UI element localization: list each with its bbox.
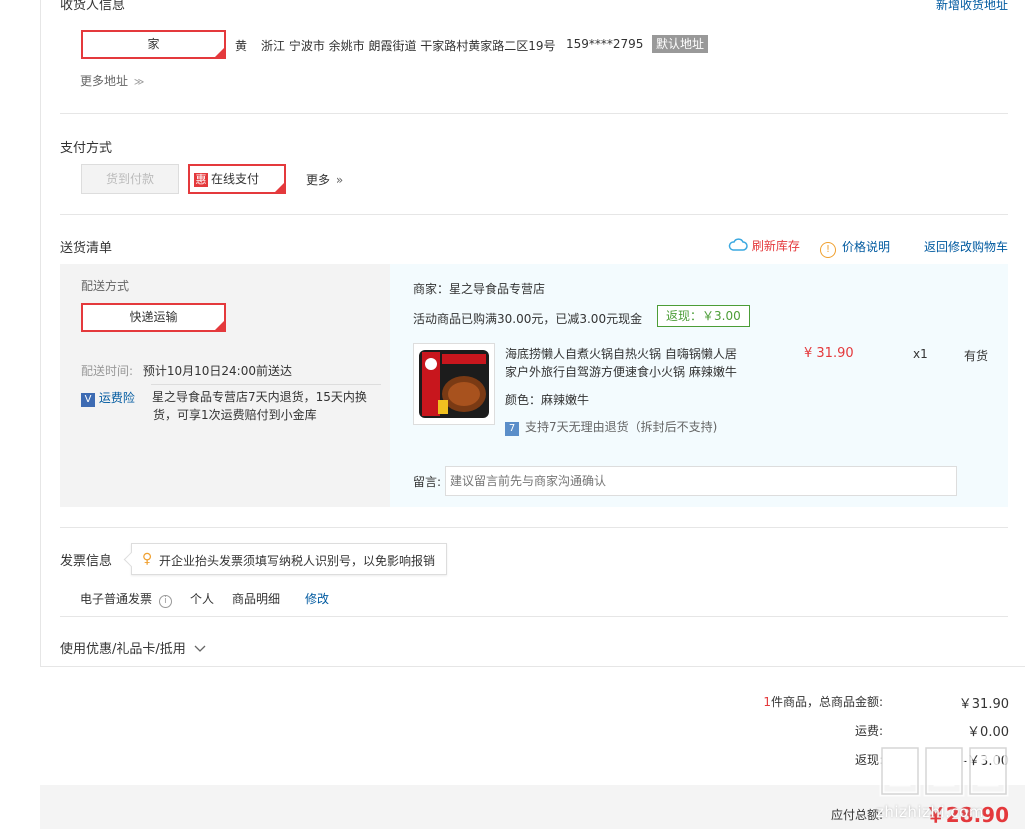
invoice-tip-text: 开企业抬头发票须填写纳税人识别号，以免影响报销 xyxy=(159,554,436,568)
divider xyxy=(60,214,1008,215)
delivery-method-label: 配送方式 xyxy=(81,279,130,293)
delivery-time-label: 配送时间: xyxy=(81,364,134,378)
delivery-time-value: 预计10月10日24:00前送达 xyxy=(142,364,292,378)
consignee-phone: 159****2795 xyxy=(566,37,644,51)
product-quantity: x1 xyxy=(913,347,928,361)
delivery-time: 配送时间: 预计10月10日24:00前送达 xyxy=(81,362,292,379)
product-image[interactable] xyxy=(413,343,495,425)
price-note-label: 价格说明 xyxy=(842,240,891,254)
selected-check-icon xyxy=(274,168,285,194)
warning-circle-icon: ! xyxy=(820,242,836,258)
coupons-label: 使用优惠/礼品卡/抵用 xyxy=(60,642,186,657)
message-label: 留言: xyxy=(413,475,442,489)
address-tag-selected[interactable]: 家 xyxy=(81,30,226,59)
online-payment-button[interactable]: 惠在线支付 xyxy=(188,164,286,194)
add-address-link[interactable]: 新增收货地址 xyxy=(936,0,1008,13)
chevron-down-icon xyxy=(194,642,206,657)
cod-payment-button[interactable]: 货到付款 xyxy=(81,164,179,194)
delivery-title: 送货清单 xyxy=(60,241,113,256)
price-note-link[interactable]: ! 价格说明 xyxy=(820,238,890,258)
product-title-line: 海底捞懒人自煮火锅自热火锅 自嗨锅懒人居 xyxy=(505,347,737,361)
watermark-logo xyxy=(876,742,1016,802)
shipping-label: 运费: xyxy=(854,724,883,738)
more-payment-link[interactable]: 更多 » xyxy=(306,171,343,188)
selected-check-icon xyxy=(214,307,225,332)
hotpot-product-icon xyxy=(419,350,489,418)
divider xyxy=(60,527,1008,528)
item-count-suffix: 件商品，总商品金额: xyxy=(770,695,883,709)
shipping-fee: ￥0.00 xyxy=(967,725,1009,740)
consignee-name: 黄 xyxy=(235,39,248,53)
invoice-title-type: 个人 xyxy=(190,592,215,606)
invoice-tip: ♀ 开企业抬头发票须填写纳税人识别号，以免影响报销 xyxy=(131,543,447,575)
selected-check-icon xyxy=(214,34,225,59)
return-policy: 7 支持7天无理由退货（拆封后不支持) xyxy=(505,418,717,436)
online-payment-label: 在线支付 xyxy=(211,172,260,186)
merchant-name: 商家：星之导食品专营店 xyxy=(413,282,546,296)
invoice-edit-link[interactable]: 修改 xyxy=(305,590,329,607)
express-delivery-option[interactable]: 快递运输 xyxy=(81,303,226,332)
freight-insurance-label: 运费险 xyxy=(98,391,135,405)
invoice-type: 电子普通发票 i xyxy=(80,590,172,608)
cloud-icon xyxy=(728,238,748,251)
insurance-description: 星之导食品专营店7天内退货，15天内换 货，可享1次运费赔付到小金库 xyxy=(152,388,367,424)
info-icon[interactable]: i xyxy=(158,595,172,608)
cashback-badge: 返现：￥3.00 xyxy=(657,305,750,327)
refresh-stock-label: 刷新库存 xyxy=(751,239,800,253)
express-delivery-label: 快递运输 xyxy=(129,310,178,324)
more-addresses-toggle[interactable]: 更多地址 ≫ xyxy=(80,72,144,89)
product-price: ¥ 31.90 xyxy=(804,346,854,361)
product-color: 颜色：麻辣嫩牛 xyxy=(505,393,590,407)
freight-insurance-link[interactable]: V 运费险 xyxy=(81,389,135,407)
refresh-stock-link[interactable]: 刷新库存 xyxy=(728,237,800,254)
divider xyxy=(151,384,381,385)
more-payment-label: 更多 xyxy=(306,173,331,187)
lightbulb-icon: ♀ xyxy=(142,551,153,567)
promo-text: 活动商品已购满30.00元，已减3.00元现金 xyxy=(413,312,643,326)
insurance-line: 星之导食品专营店7天内退货，15天内换 xyxy=(152,390,367,404)
payment-title: 支付方式 xyxy=(60,141,113,156)
divider xyxy=(60,616,1008,617)
address-tag-label: 家 xyxy=(147,37,160,51)
watermark-text: zhizhizhi.com xyxy=(876,803,984,821)
consignee-address: 浙江 宁波市 余姚市 朗霞街道 干家路村黄家路二区19号 xyxy=(261,39,556,53)
chevron-double-down-icon: ≫ xyxy=(133,77,145,88)
back-to-cart-link[interactable]: 返回修改购物车 xyxy=(924,238,1008,255)
default-address-badge: 默认地址 xyxy=(652,35,709,53)
seven-day-return-icon: 7 xyxy=(505,422,519,436)
return-policy-label: 支持7天无理由退货（拆封后不支持) xyxy=(525,420,718,434)
insurance-line: 货，可享1次运费赔付到小金库 xyxy=(153,408,317,422)
product-title-line: 家户外旅行自驾游方便速食小火锅 麻辣嫩牛 xyxy=(505,365,737,379)
invoice-content: 商品明细 xyxy=(232,592,281,606)
discount-badge-icon: 惠 xyxy=(194,173,208,187)
item-count: 1 xyxy=(763,695,771,709)
seller-message-input[interactable] xyxy=(445,466,957,496)
more-addresses-label: 更多地址 xyxy=(80,74,129,88)
goods-total: ￥31.90 xyxy=(958,697,1009,712)
coupons-toggle[interactable]: 使用优惠/礼品卡/抵用 xyxy=(60,638,206,657)
chevron-double-right-icon: » xyxy=(335,173,344,187)
stock-status: 有货 xyxy=(964,349,989,363)
watermark-logo-icon xyxy=(879,745,1009,797)
divider xyxy=(60,113,1008,114)
summary-count-row: 1件商品，总商品金额: xyxy=(763,693,883,710)
invoice-title: 发票信息 xyxy=(60,554,113,569)
consignee-title: 收货人信息 xyxy=(60,0,126,13)
product-title-link[interactable]: 海底捞懒人自煮火锅自热火锅 自嗨锅懒人居 家户外旅行自驾游方便速食小火锅 麻辣嫩… xyxy=(505,345,737,381)
insurance-shield-icon: V xyxy=(81,393,95,407)
invoice-type-label: 电子普通发票 xyxy=(80,592,153,606)
delivery-method-panel xyxy=(60,264,390,507)
